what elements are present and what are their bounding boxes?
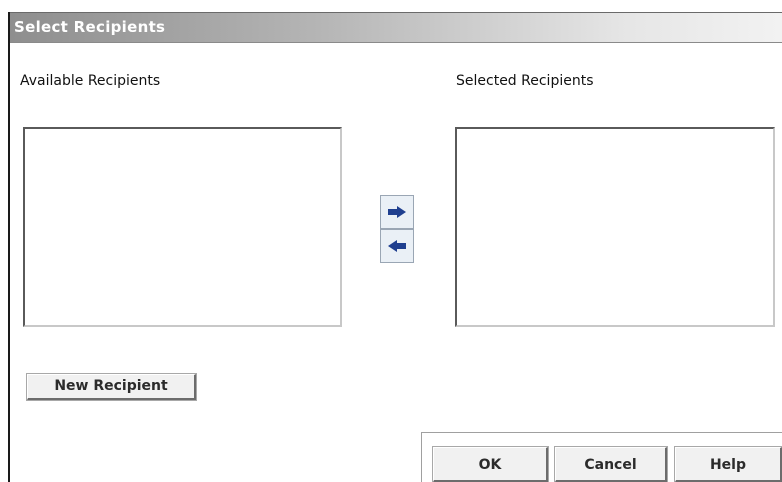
title-bar: Select Recipients [10, 12, 782, 43]
move-right-button[interactable] [380, 195, 414, 229]
help-button[interactable]: Help [674, 446, 782, 482]
cancel-button[interactable]: Cancel [554, 446, 668, 482]
arrow-left-icon [388, 240, 406, 252]
selected-recipients-label: Selected Recipients [456, 73, 594, 89]
new-recipient-button[interactable]: New Recipient [26, 373, 197, 401]
available-recipients-list[interactable] [23, 127, 342, 327]
available-recipients-label: Available Recipients [20, 73, 161, 89]
arrow-right-icon [388, 206, 406, 218]
selected-recipients-list[interactable] [455, 127, 775, 327]
dialog-left-border [8, 12, 10, 482]
select-recipients-dialog: Select Recipients Available Recipients S… [0, 0, 782, 482]
dialog-title: Select Recipients [14, 18, 166, 36]
ok-button[interactable]: OK [432, 446, 549, 482]
move-left-button[interactable] [380, 229, 414, 263]
